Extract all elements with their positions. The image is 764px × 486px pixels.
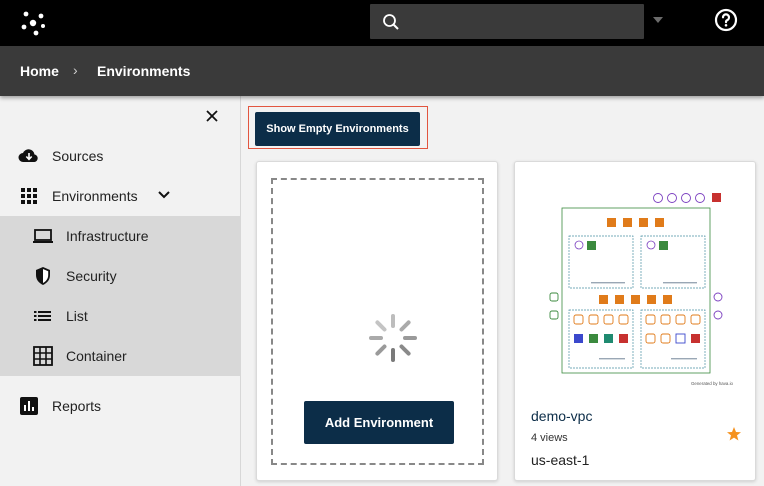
environment-name[interactable]: demo-vpc xyxy=(531,408,592,424)
sidebar-item-reports[interactable]: Reports xyxy=(0,386,240,426)
grid-icon xyxy=(21,188,37,204)
sidebar-item-label: Sources xyxy=(52,148,104,164)
cloud-download-icon xyxy=(18,149,38,162)
help-circle-icon[interactable] xyxy=(714,8,738,32)
breadcrumb-current: Environments xyxy=(97,63,191,79)
search-dropdown-caret-icon[interactable] xyxy=(653,17,663,23)
environment-views: 4 views xyxy=(531,432,568,444)
sidebar-item-label: Infrastructure xyxy=(66,228,149,244)
thumbnail-caption: Generated by hava.io xyxy=(691,381,734,386)
add-environment-card: Add Environment xyxy=(256,161,498,481)
top-bar xyxy=(0,0,764,46)
breadcrumb: Home › Environments xyxy=(0,46,764,96)
table-icon xyxy=(33,346,53,366)
sidebar-item-label: Reports xyxy=(52,398,102,414)
sidebar-item-label: Environments xyxy=(52,188,138,204)
sidebar-item-sources[interactable]: Sources xyxy=(0,136,240,176)
shield-icon xyxy=(36,267,50,285)
sidebar-item-list[interactable]: List xyxy=(0,296,240,336)
add-environment-dropzone[interactable]: Add Environment xyxy=(271,178,484,465)
chevron-down-icon[interactable] xyxy=(157,190,171,200)
breadcrumb-separator: › xyxy=(73,62,78,78)
environment-diagram-thumbnail[interactable]: Generated by hava.io xyxy=(531,178,743,393)
list-icon xyxy=(34,311,51,321)
sidebar-item-label: Container xyxy=(66,348,127,364)
sidebar-item-infrastructure[interactable]: Infrastructure xyxy=(0,216,240,256)
sidebar-item-security[interactable]: Security xyxy=(0,256,240,296)
laptop-icon xyxy=(33,229,53,243)
search-icon[interactable] xyxy=(382,13,400,31)
spinner-icon xyxy=(369,314,417,362)
sidebar-item-container[interactable]: Container xyxy=(0,336,240,376)
sidebar-item-label: Security xyxy=(66,268,117,284)
sidebar-item-label: List xyxy=(66,308,88,324)
show-empty-environments-button[interactable]: Show Empty Environments xyxy=(255,112,420,146)
star-icon[interactable] xyxy=(726,426,742,442)
hava-logo-icon[interactable] xyxy=(18,8,48,38)
show-empty-highlight: Show Empty Environments xyxy=(248,106,428,149)
bar-chart-icon xyxy=(20,397,38,415)
search-input[interactable] xyxy=(370,4,644,39)
add-environment-button[interactable]: Add Environment xyxy=(304,401,454,444)
sidebar-item-environments[interactable]: Environments xyxy=(0,176,240,216)
breadcrumb-home[interactable]: Home xyxy=(20,63,59,79)
environment-card[interactable]: Generated by hava.io demo-vpc 4 views us… xyxy=(514,161,756,481)
close-icon[interactable] xyxy=(205,109,219,123)
sidebar: Sources Environments Infrastructure Secu… xyxy=(0,96,241,486)
environment-region: us-east-1 xyxy=(531,452,590,468)
